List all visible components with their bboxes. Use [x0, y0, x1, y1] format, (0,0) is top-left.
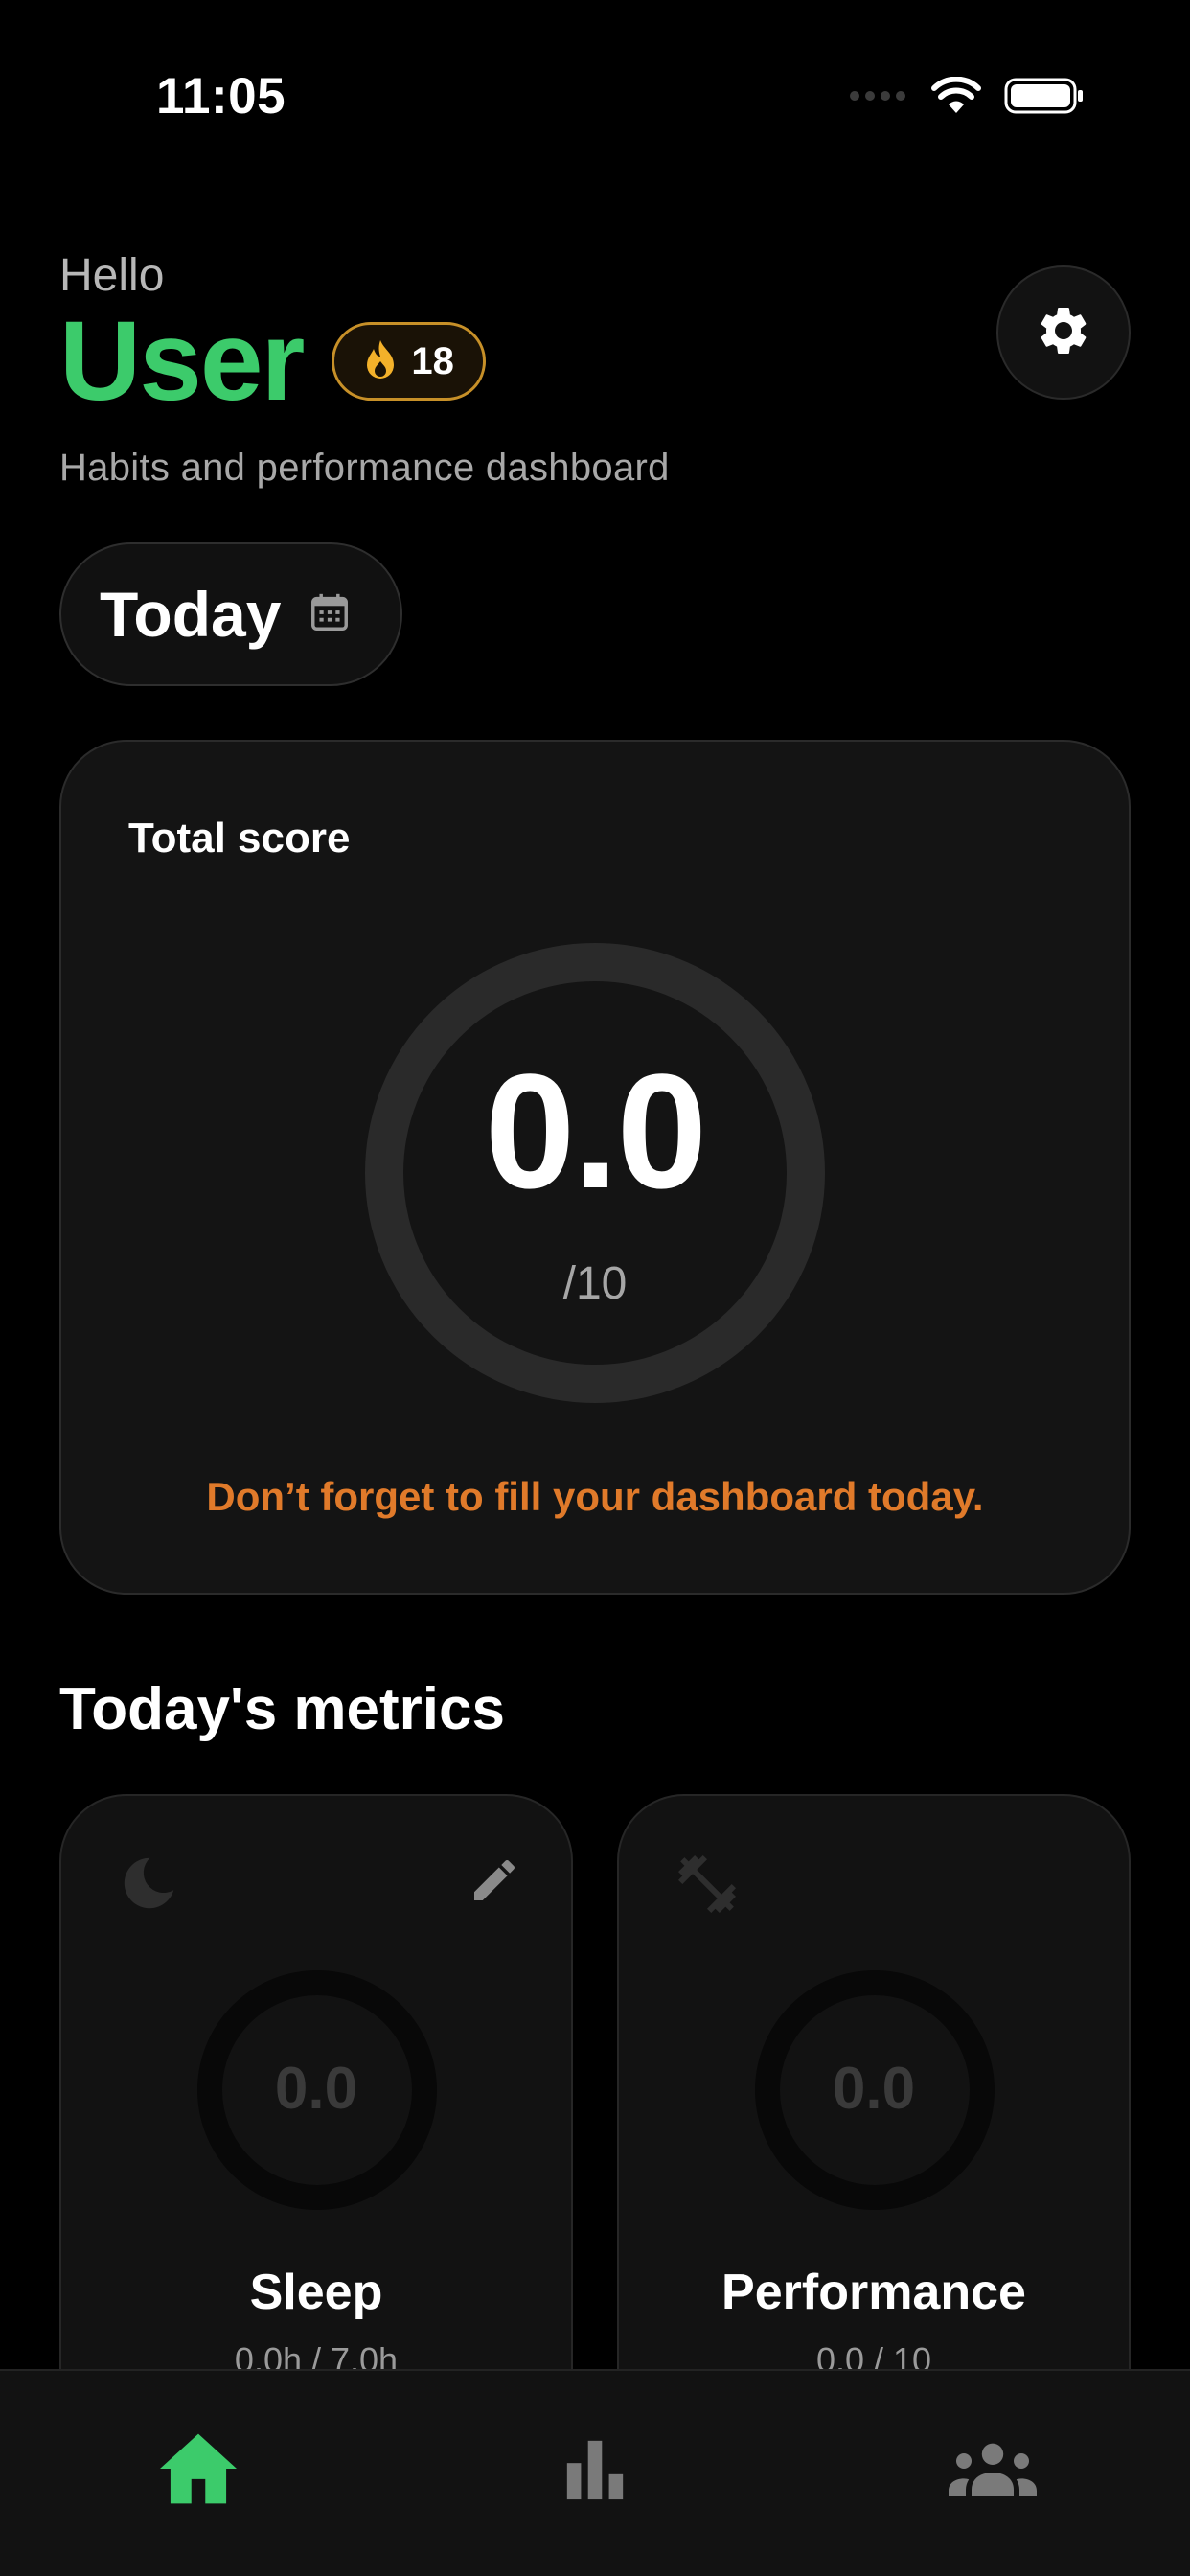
total-score-card[interactable]: Total score 0.0 /10 Don’t forget to fill… [59, 740, 1131, 1595]
wifi-icon [931, 76, 981, 120]
nav-home[interactable] [141, 2421, 256, 2517]
score-card-title: Total score [128, 815, 351, 862]
total-score-max: /10 [562, 1258, 628, 1309]
moon-icon [115, 1850, 182, 1921]
status-icons [849, 76, 1085, 120]
metric-card-sleep[interactable]: 0.0 Sleep 0.0h / 7.0h [59, 1794, 573, 2465]
date-label: Today [100, 579, 282, 650]
flame-icon [363, 338, 398, 385]
streak-badge[interactable]: 18 [332, 322, 486, 401]
total-score-value: 0.0 [484, 1041, 707, 1223]
nav-stats[interactable] [538, 2421, 652, 2517]
fill-dashboard-reminder: Don’t forget to fill your dashboard toda… [206, 1474, 984, 1519]
sleep-score-value: 0.0 [274, 2056, 358, 2122]
battery-icon [1004, 77, 1085, 120]
performance-score-value: 0.0 [832, 2056, 916, 2122]
user-row: User 18 [59, 305, 486, 418]
date-selector-button[interactable]: Today [59, 542, 402, 686]
bottom-nav [0, 2369, 1190, 2576]
nav-community[interactable] [935, 2421, 1050, 2517]
user-name: User [59, 298, 305, 425]
dashboard-subtitle: Habits and performance dashboard [59, 447, 670, 489]
home-icon [160, 2433, 237, 2504]
dumbbell-icon [673, 1850, 742, 1923]
calendar-icon [308, 590, 352, 639]
metric-card-performance[interactable]: 0.0 Performance 0.0 / 10 [617, 1794, 1131, 2465]
cellular-icon [849, 89, 908, 107]
group-icon [949, 2443, 1037, 2496]
streak-count: 18 [411, 339, 454, 382]
gear-icon [1035, 302, 1092, 364]
sleep-label: Sleep [249, 2265, 383, 2320]
edit-sleep-button[interactable] [468, 1853, 521, 1912]
status-time: 11:05 [156, 68, 286, 125]
metrics-section-title: Today's metrics [59, 1676, 505, 1742]
bar-chart-icon [566, 2440, 624, 2500]
greeting: Hello [59, 250, 165, 301]
performance-label: Performance [721, 2265, 1026, 2320]
settings-button[interactable] [996, 265, 1131, 400]
pencil-icon [474, 1859, 515, 1900]
